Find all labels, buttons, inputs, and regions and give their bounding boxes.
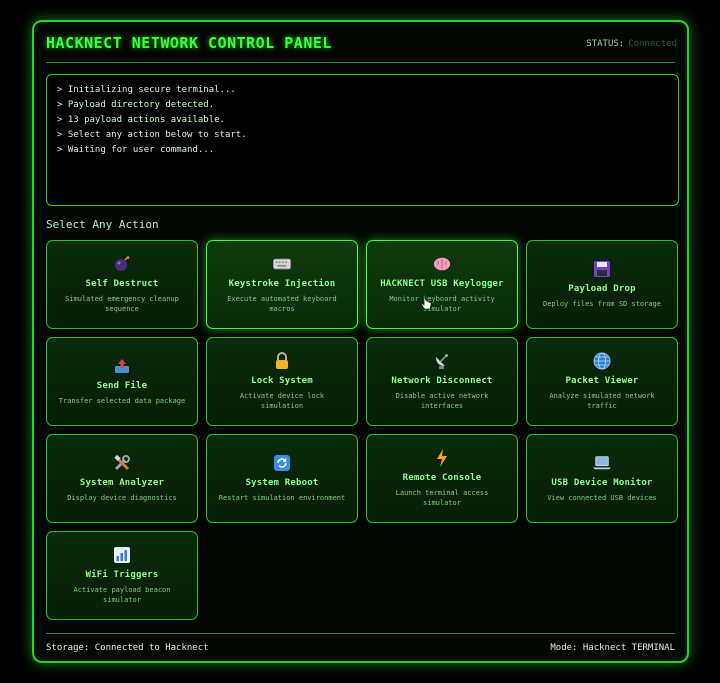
action-description: Activate device lock simulation	[239, 392, 325, 410]
brain-icon	[433, 255, 451, 273]
tools-icon	[113, 454, 131, 472]
section-heading: Select Any Action	[46, 218, 159, 231]
control-panel: HACKNECT NETWORK CONTROL PANEL STATUS: Co…	[32, 20, 689, 663]
globe-icon	[593, 352, 611, 370]
action-card-payload-drop[interactable]: Payload Drop Deploy files from SD storag…	[526, 240, 678, 329]
action-card-packet-viewer[interactable]: Packet Viewer Analyze simulated network …	[526, 337, 678, 426]
hand-cursor-icon	[420, 296, 432, 310]
action-card-usb-keylogger[interactable]: HACKNECT USB Keylogger Monitor keyboard …	[366, 240, 518, 329]
action-card-remote-console[interactable]: Remote Console Launch terminal access si…	[366, 434, 518, 523]
action-card-lock-system[interactable]: Lock System Activate device lock simulat…	[206, 337, 358, 426]
footer-divider	[46, 633, 675, 634]
terminal-output: > Initializing secure terminal... > Payl…	[46, 74, 679, 206]
bomb-icon	[113, 255, 131, 273]
lightning-icon	[433, 449, 451, 467]
action-description: Simulated emergency cleanup sequence	[65, 295, 179, 313]
storage-status: Storage: Connected to Hacknect	[46, 643, 209, 653]
action-card-system-analyzer[interactable]: System Analyzer Display device diagnosti…	[46, 434, 198, 523]
action-card-self-destruct[interactable]: Self Destruct Simulated emergency cleanu…	[46, 240, 198, 329]
status-label: STATUS:	[586, 39, 625, 49]
action-description: Monitor keyboard activity simulator	[389, 295, 495, 313]
terminal-line: > 13 payload actions available.	[57, 115, 225, 125]
action-title: System Reboot	[245, 478, 319, 488]
action-title: Payload Drop	[568, 284, 636, 294]
page-title: HACKNECT NETWORK CONTROL PANEL	[46, 34, 332, 52]
action-card-usb-device-monitor[interactable]: USB Device Monitor View connected USB de…	[526, 434, 678, 523]
action-description: Execute automated keyboard macros	[227, 295, 337, 313]
mode-indicator: Mode: Hacknect TERMINAL	[550, 643, 675, 653]
action-description: Transfer selected data package	[58, 397, 186, 405]
action-title: Send File	[96, 381, 148, 391]
action-description: Display device diagnostics	[67, 494, 177, 502]
status-indicator: STATUS: Connected	[586, 39, 677, 49]
action-card-send-file[interactable]: Send File Transfer selected data package	[46, 337, 198, 426]
action-card-system-reboot[interactable]: System Reboot Restart simulation environ…	[206, 434, 358, 523]
terminal-line: > Select any action below to start.	[57, 130, 247, 140]
header-divider	[46, 62, 675, 63]
action-description: Disable active network interfaces	[395, 392, 489, 410]
terminal-line: > Waiting for user command...	[57, 145, 215, 155]
floppy-disk-icon	[593, 260, 611, 278]
action-title: WiFi Triggers	[85, 570, 159, 580]
action-description: Analyze simulated network traffic	[549, 392, 655, 410]
lock-icon	[273, 352, 291, 370]
action-title: HACKNECT USB Keylogger	[380, 279, 504, 289]
action-description: Restart simulation environment	[218, 494, 346, 502]
keyboard-icon	[273, 255, 291, 273]
satellite-dish-icon	[433, 352, 451, 370]
terminal-line: > Initializing secure terminal...	[57, 85, 236, 95]
laptop-icon	[593, 454, 611, 472]
action-title: USB Device Monitor	[551, 478, 653, 488]
terminal-line: > Payload directory detected.	[57, 100, 215, 110]
action-description: Activate payload beacon simulator	[73, 586, 171, 604]
action-title: Network Disconnect	[391, 376, 493, 386]
action-title: Lock System	[251, 376, 313, 386]
action-card-keystroke-injection[interactable]: Keystroke Injection Execute automated ke…	[206, 240, 358, 329]
action-card-wifi-triggers[interactable]: WiFi Triggers Activate payload beacon si…	[46, 531, 198, 620]
action-title: System Analyzer	[79, 478, 165, 488]
action-description: Deploy files from SD storage	[542, 300, 661, 308]
refresh-icon	[273, 454, 291, 472]
outbox-tray-icon	[113, 357, 131, 375]
action-description: View connected USB devices	[547, 494, 657, 502]
action-grid: Self Destruct Simulated emergency cleanu…	[46, 240, 680, 620]
action-card-network-disconnect[interactable]: Network Disconnect Disable active networ…	[366, 337, 518, 426]
action-description: Launch terminal access simulator	[395, 489, 489, 507]
action-title: Keystroke Injection	[228, 279, 336, 289]
action-title: Remote Console	[402, 473, 482, 483]
action-title: Packet Viewer	[565, 376, 639, 386]
bar-chart-icon	[113, 546, 131, 564]
status-value: Connected	[628, 39, 677, 49]
action-title: Self Destruct	[85, 279, 159, 289]
